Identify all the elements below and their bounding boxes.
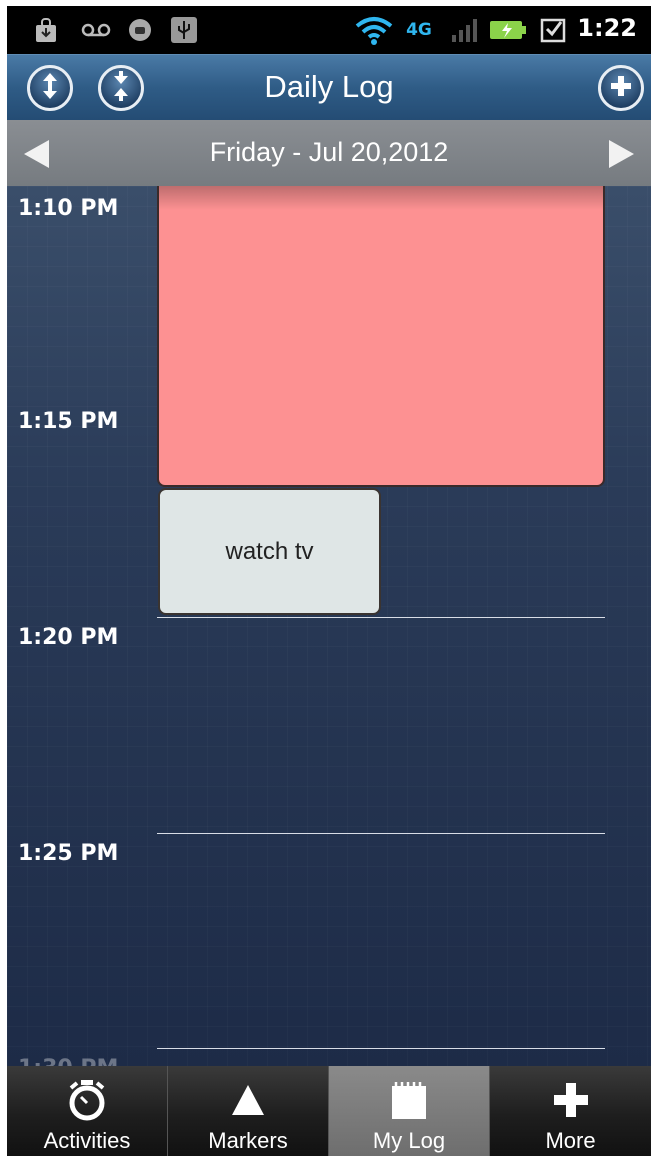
- wifi-icon: [353, 16, 395, 45]
- title-bar: Daily Log: [7, 54, 651, 120]
- current-date: Friday - Jul 20,2012: [209, 137, 449, 167]
- time-divider: [157, 833, 605, 834]
- stopwatch-icon: [7, 1078, 167, 1122]
- app-icon: [127, 16, 153, 44]
- signal-icon: [449, 16, 479, 44]
- time-divider: [157, 1048, 605, 1049]
- bottom-tab-bar: Activities Markers My Log More: [7, 1066, 651, 1156]
- time-label: 1:15 PM: [18, 409, 119, 434]
- right-arrow-icon: [607, 140, 637, 174]
- time-label: 1:30 PM: [18, 1056, 118, 1066]
- tab-more[interactable]: More: [490, 1066, 651, 1156]
- status-time: 1:22: [577, 14, 637, 42]
- time-label: 1:20 PM: [18, 625, 119, 650]
- tab-label: More: [545, 1128, 596, 1153]
- download-icon: [33, 16, 59, 44]
- voicemail-icon: [79, 16, 113, 44]
- triangle-icon: [168, 1078, 328, 1122]
- daily-log-timeline[interactable]: watch tv 1:10 PM 1:15 PM 1:20 PM 1:25 PM…: [7, 186, 651, 1066]
- date-navigation: Friday - Jul 20,2012: [7, 120, 651, 186]
- log-entry-block[interactable]: [157, 186, 605, 487]
- network-type-icon: 4G: [406, 20, 432, 40]
- add-entry-button[interactable]: [598, 65, 644, 111]
- tab-label: Activities: [43, 1128, 131, 1153]
- notepad-icon: [329, 1078, 489, 1122]
- time-divider: [157, 617, 605, 618]
- app-screen: 4G 1:22 Daily Log Friday - Jul 20,2012 w…: [7, 6, 651, 1156]
- tab-my-log[interactable]: My Log: [329, 1066, 490, 1156]
- status-bar: 4G 1:22: [7, 6, 651, 54]
- log-entry-label: watch tv: [225, 537, 314, 565]
- battery-charging-icon: [489, 16, 527, 44]
- plus-icon: [609, 74, 633, 102]
- next-day-button[interactable]: [607, 138, 637, 170]
- tab-label: My Log: [372, 1128, 446, 1153]
- log-entry-block[interactable]: watch tv: [158, 488, 381, 615]
- tab-activities[interactable]: Activities: [7, 1066, 168, 1156]
- time-label: 1:10 PM: [18, 196, 119, 221]
- checkbox-icon: [539, 16, 567, 44]
- scroll-shadow: [159, 186, 603, 210]
- tab-markers[interactable]: Markers: [168, 1066, 329, 1156]
- page-title: Daily Log: [264, 69, 394, 104]
- plus-icon: [490, 1078, 651, 1122]
- tab-label: Markers: [208, 1128, 288, 1153]
- usb-icon: [169, 16, 199, 44]
- time-label: 1:25 PM: [18, 841, 119, 866]
